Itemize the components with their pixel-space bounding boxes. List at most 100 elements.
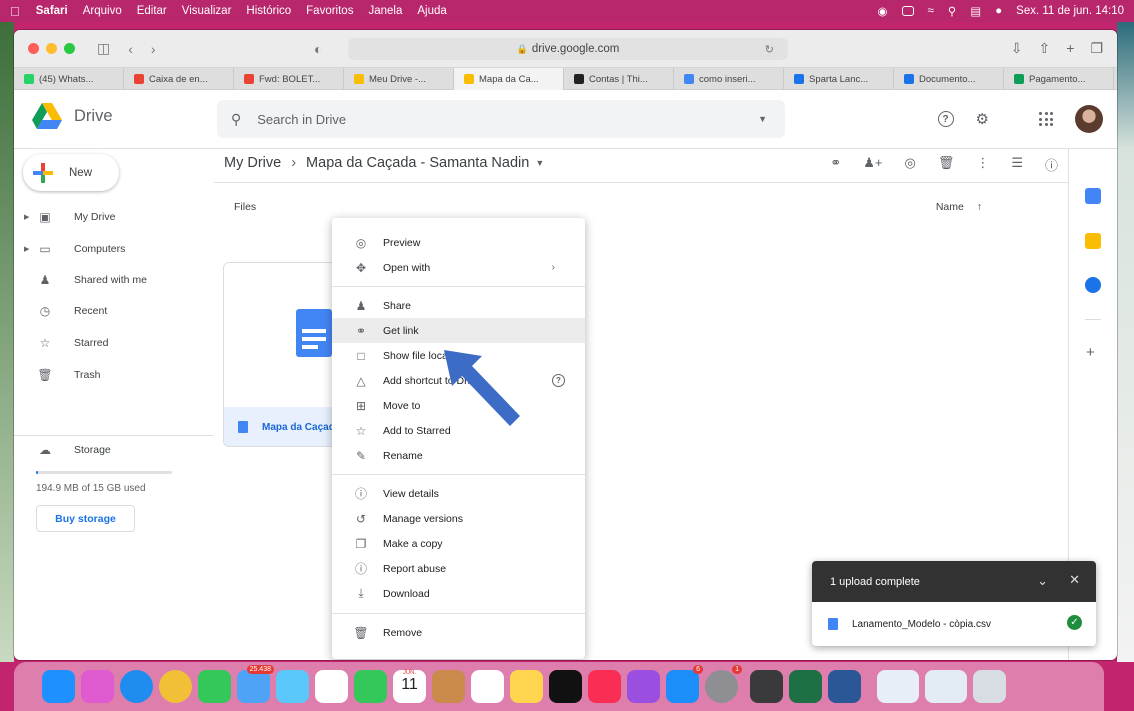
- arrow-up-icon[interactable]: ↑: [977, 201, 982, 213]
- expand-arrow-icon[interactable]: ▶: [24, 245, 34, 253]
- music-icon[interactable]: [588, 670, 621, 703]
- menu-item-open-with[interactable]: ✥ Open with ›: [332, 255, 585, 280]
- tab-documento[interactable]: Documento...: [894, 68, 1004, 90]
- settings-gear-icon[interactable]: ⚙: [976, 110, 989, 128]
- search-icon[interactable]: ⚲: [231, 111, 241, 128]
- apple-icon[interactable]: : [10, 4, 20, 19]
- reminders-icon[interactable]: [471, 670, 504, 703]
- launchpad-icon[interactable]: [81, 670, 114, 703]
- menu-item-make-a-copy[interactable]: ❐ Make a copy: [332, 531, 585, 556]
- menu-favoritos[interactable]: Favoritos: [306, 5, 353, 17]
- help-icon[interactable]: ?: [552, 374, 565, 387]
- excel-icon[interactable]: [789, 670, 822, 703]
- minimized-window-2[interactable]: [925, 670, 967, 703]
- facetime-icon[interactable]: [354, 670, 387, 703]
- new-button[interactable]: New: [23, 154, 119, 191]
- reload-icon[interactable]: ↻: [765, 43, 774, 56]
- forward-icon[interactable]: ›: [151, 41, 156, 57]
- zoom-window-button[interactable]: [64, 43, 75, 54]
- help-icon[interactable]: ?: [937, 111, 954, 127]
- wifi-icon[interactable]: ≈: [928, 5, 934, 17]
- tab-contas[interactable]: Contas | Thi...: [564, 68, 674, 90]
- menubar-clock[interactable]: Sex. 11 de jun. 14:10: [1016, 5, 1124, 17]
- sidebar-item-recent[interactable]: ◷ Recent: [14, 297, 214, 325]
- trash-bin-icon[interactable]: [973, 670, 1006, 703]
- chrome-icon[interactable]: [159, 670, 192, 703]
- close-window-button[interactable]: [28, 43, 39, 54]
- contacts-icon[interactable]: [432, 670, 465, 703]
- menu-ajuda[interactable]: Ajuda: [417, 5, 446, 17]
- menu-item-view-details[interactable]: ⓘ View details: [332, 481, 585, 506]
- finder-icon[interactable]: [42, 670, 75, 703]
- control-center-icon[interactable]: ▤: [970, 4, 981, 18]
- upload-file-row[interactable]: Lanamento_Modelo - còpia.csv: [812, 602, 1096, 646]
- close-icon[interactable]: ✕: [1069, 572, 1080, 588]
- folder-dropdown-icon[interactable]: ▼: [535, 158, 544, 168]
- menu-item-remove[interactable]: 🗑 Remove: [332, 620, 585, 645]
- menu-safari[interactable]: Safari: [36, 5, 68, 17]
- sidebar-item-starred[interactable]: ☆ Starred: [14, 329, 214, 357]
- apple-tv-icon[interactable]: [549, 670, 582, 703]
- google-apps-icon[interactable]: [1039, 112, 1053, 126]
- photos-icon[interactable]: [315, 670, 348, 703]
- siri-icon[interactable]: ●: [995, 5, 1002, 17]
- minimized-window-1[interactable]: [877, 670, 919, 703]
- menu-editar[interactable]: Editar: [137, 5, 167, 17]
- delete-icon[interactable]: 🗑: [938, 155, 955, 174]
- sidebar-toggle-icon[interactable]: ◫: [97, 40, 110, 57]
- menu-item-download[interactable]: ⤓ Download: [332, 581, 585, 606]
- tab-gmail-inbox[interactable]: Caixa de en...: [124, 68, 234, 90]
- screen-record-icon[interactable]: ◉: [878, 4, 888, 18]
- address-bar[interactable]: 🔒 drive.google.com ↻: [348, 38, 788, 60]
- add-addon-icon[interactable]: +: [1086, 344, 1095, 361]
- maps-icon[interactable]: [276, 670, 309, 703]
- minimize-window-button[interactable]: [46, 43, 57, 54]
- menu-janela[interactable]: Janela: [368, 5, 402, 17]
- downloads-icon[interactable]: ⇩: [1011, 40, 1023, 57]
- person-add-icon[interactable]: ♟+: [863, 155, 882, 174]
- breadcrumb-current-folder[interactable]: Mapa da Caçada - Samanta Nadin: [306, 155, 529, 171]
- more-options-icon[interactable]: ⋮: [976, 155, 989, 174]
- tab-google-search[interactable]: como inseri...: [674, 68, 784, 90]
- share-icon[interactable]: ⇧: [1039, 40, 1051, 57]
- menu-item-manage-versions[interactable]: ↺ Manage versions: [332, 506, 585, 531]
- spotlight-icon[interactable]: ⚲: [948, 4, 956, 18]
- drive-logo[interactable]: Drive: [32, 103, 113, 130]
- search-options-icon[interactable]: ▼: [758, 114, 767, 124]
- system-preferences-icon[interactable]: 1: [705, 665, 742, 703]
- tab-mapa-da-cacada[interactable]: Mapa da Ca...: [454, 68, 564, 90]
- messages-icon[interactable]: [198, 670, 231, 703]
- tab-sparta[interactable]: Sparta Lanc...: [784, 68, 894, 90]
- back-icon[interactable]: ‹: [128, 41, 133, 57]
- keep-icon[interactable]: [1085, 233, 1101, 249]
- collapse-chevron-icon[interactable]: ⌄: [1037, 573, 1048, 589]
- account-avatar[interactable]: [1075, 105, 1103, 133]
- battery-icon[interactable]: [901, 6, 914, 16]
- preview-eye-icon[interactable]: ◎: [904, 155, 915, 174]
- podcasts-icon[interactable]: [627, 670, 660, 703]
- sidebar-item-trash[interactable]: 🗑 Trash: [14, 361, 214, 389]
- sidebar-item-shared[interactable]: ♟ Shared with me: [14, 266, 214, 294]
- menu-item-rename[interactable]: ✎ Rename: [332, 443, 585, 468]
- new-tab-icon[interactable]: +: [1066, 40, 1074, 57]
- sidebar-item-my-drive[interactable]: ▶ ▣ My Drive: [14, 203, 214, 231]
- tasks-icon[interactable]: [1085, 277, 1101, 293]
- menu-arquivo[interactable]: Arquivo: [83, 5, 122, 17]
- calculator-icon[interactable]: [750, 670, 783, 703]
- menu-item-get-link[interactable]: ⚭ Get link: [332, 318, 585, 343]
- sort-by-name[interactable]: Name ↑: [936, 201, 982, 213]
- sidebar-item-computers[interactable]: ▶ ▭ Computers: [14, 235, 214, 263]
- word-icon[interactable]: [828, 670, 861, 703]
- mail-icon[interactable]: 25.438: [237, 665, 274, 703]
- menu-item-share[interactable]: ♟ Share: [332, 293, 585, 318]
- calendar-icon[interactable]: [1085, 188, 1101, 204]
- buy-storage-button[interactable]: Buy storage: [36, 505, 135, 532]
- tab-whatsapp[interactable]: (45) Whats...: [14, 68, 124, 90]
- breadcrumb-my-drive[interactable]: My Drive: [224, 155, 281, 171]
- menu-item-preview[interactable]: ◎ Preview: [332, 230, 585, 255]
- menu-visualizar[interactable]: Visualizar: [182, 5, 232, 17]
- expand-arrow-icon[interactable]: ▶: [24, 213, 34, 221]
- tab-overview-icon[interactable]: ❐: [1090, 40, 1103, 57]
- safari-icon[interactable]: [120, 670, 153, 703]
- sidebar-item-storage[interactable]: ☁ Storage: [14, 436, 214, 464]
